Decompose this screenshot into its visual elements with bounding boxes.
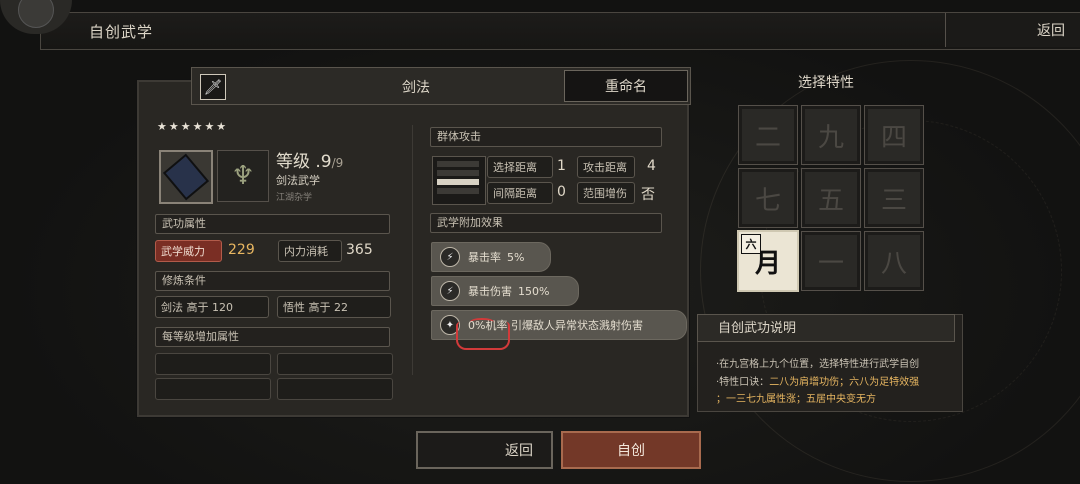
level-value: .9: [315, 152, 332, 172]
skill-type: 剑法: [402, 80, 430, 96]
lightning-icon: ⚡: [440, 247, 460, 267]
rename-button[interactable]: 重命名: [564, 70, 688, 102]
range-grid-icon: [432, 156, 486, 205]
attack-distance-label: 攻击距离: [577, 156, 635, 178]
trait-cell[interactable]: 四: [864, 105, 924, 165]
effect-item[interactable]: ⚡ 暴击伤害 150%: [431, 276, 579, 306]
effect-item[interactable]: ⚡ 暴击率 5%: [431, 242, 551, 272]
aoe-damage-value: 否: [641, 187, 655, 203]
power-label: 武学威力: [155, 240, 222, 262]
lightning-icon: ⚡: [440, 281, 460, 301]
traits-title: 选择特性: [798, 75, 854, 91]
trait-position-tag: 六: [741, 234, 761, 254]
effects-section: 武学附加效果: [430, 213, 662, 233]
attack-distance-value: 4: [647, 158, 656, 174]
aoe-damage-label: 范围增伤: [577, 182, 635, 204]
per-level-slot: [155, 378, 271, 400]
avatar-face: [18, 0, 54, 28]
trait-cell[interactable]: 二: [738, 105, 798, 165]
per-level-section: 每等级增加属性: [155, 327, 390, 347]
skill-header: 🗡 剑法 重命名: [191, 67, 691, 105]
cost-value: 365: [346, 242, 373, 258]
power-value: 229: [228, 242, 255, 258]
back-button-top[interactable]: 返回: [945, 13, 1080, 47]
sword-icon: 🗡: [200, 74, 226, 100]
level-display: 等级 .9/9: [276, 147, 343, 172]
attributes-section: 武功属性: [155, 214, 390, 234]
per-level-slot: [277, 353, 393, 375]
effect-value: 5%: [507, 250, 525, 264]
create-button[interactable]: 自创: [561, 431, 701, 469]
annotation-mark: [456, 322, 510, 350]
select-distance-label: 选择距离: [487, 156, 553, 178]
requirements-section: 修炼条件: [155, 271, 390, 291]
per-level-slot: [155, 353, 271, 375]
select-distance-value: 1: [557, 158, 566, 174]
effect-value: 150%: [518, 284, 550, 298]
interval-distance-label: 间隔距离: [487, 182, 553, 204]
star-rating: ★★★★★★: [157, 120, 229, 133]
page-title: 自创武学: [89, 23, 154, 41]
effect-name: 暴击伤害: [468, 285, 512, 298]
description-line: ；一三七九属性涨；五居中央变无方: [716, 394, 876, 405]
description-gold: 二八为肩增功伤；六八为足特效强: [769, 377, 920, 388]
trait-cell[interactable]: 三: [864, 168, 924, 228]
trait-cell[interactable]: 七: [738, 168, 798, 228]
panel-divider: [412, 125, 413, 375]
per-level-slot: [277, 378, 393, 400]
trait-cell-selected[interactable]: 六 月: [737, 230, 799, 292]
trait-cell[interactable]: 九: [801, 105, 861, 165]
trait-cell[interactable]: 八: [864, 231, 924, 291]
effect-name: 暴击率: [468, 251, 501, 264]
requirement-2: 悟性 高于 22: [277, 296, 391, 318]
annotation-mark-top: [470, 318, 494, 326]
book-icon[interactable]: [159, 150, 213, 204]
level-label: 等级: [276, 152, 310, 172]
trait-cell[interactable]: 一: [801, 231, 861, 291]
description-line: ·在九宫格上九个位置，选择特性进行武学自创: [716, 359, 920, 370]
trait-cell[interactable]: 五: [801, 168, 861, 228]
level-max: /9: [331, 156, 344, 170]
description-title: 自创武功说明: [697, 314, 955, 342]
martial-figure-icon: ♆: [217, 150, 269, 202]
back-button[interactable]: 返回: [416, 431, 553, 469]
interval-distance-value: 0: [557, 184, 566, 200]
requirement-1: 剑法 高于 120: [155, 296, 269, 318]
skill-subcategory: 江湖杂学: [276, 193, 313, 203]
top-bar: 自创武学 返回: [40, 12, 1080, 50]
skill-category: 剑法武学: [276, 174, 320, 187]
description-prefix: ·特性口诀：: [716, 377, 770, 388]
cost-label: 内力消耗: [278, 240, 342, 262]
description-line: ·特性口诀：二八为肩增功伤；六八为足特效强: [716, 373, 919, 388]
range-section: 群体攻击: [430, 127, 662, 147]
